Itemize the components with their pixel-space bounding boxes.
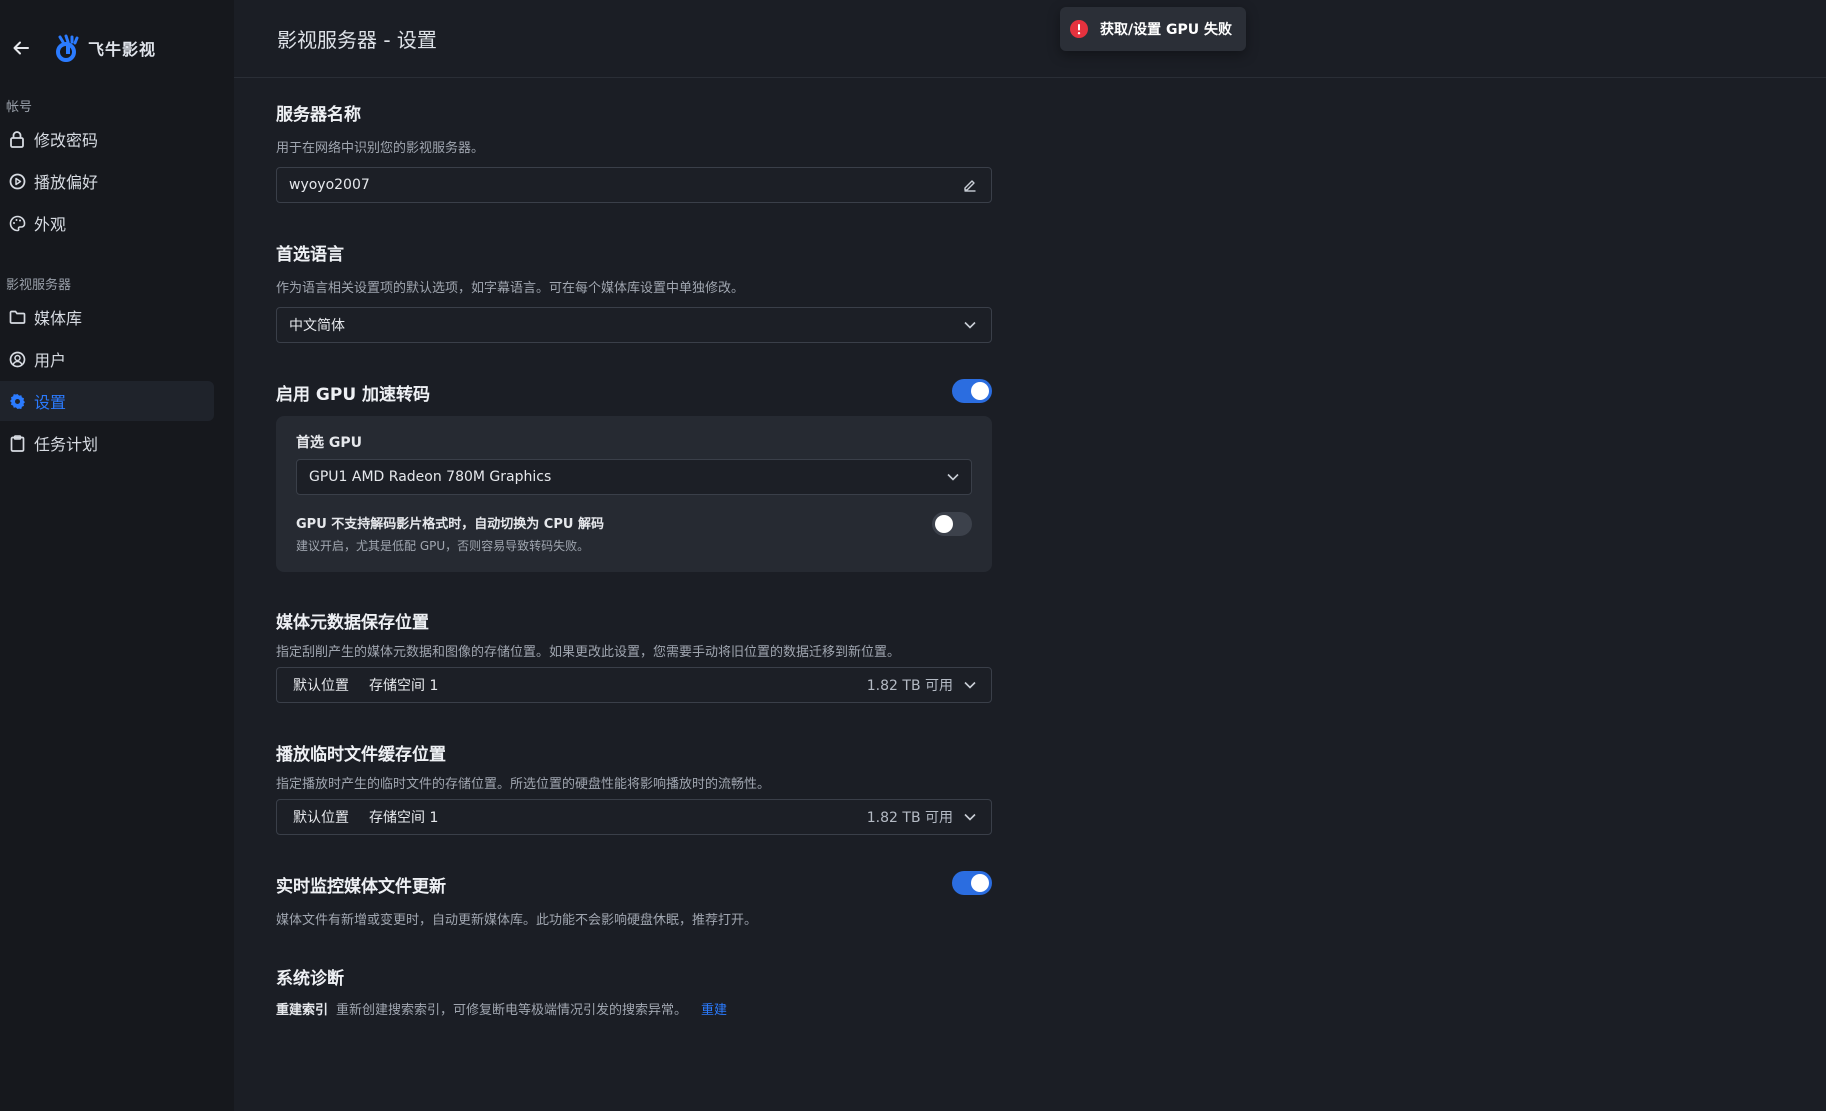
preferred-gpu-select[interactable]: GPU1 AMD Radeon 780M Graphics <box>296 459 972 495</box>
sidebar-item-appearance[interactable]: 外观 <box>0 203 214 243</box>
back-button[interactable] <box>10 37 32 59</box>
group-title-account: 帐号 <box>6 100 33 115</box>
logo: 飞牛影视 <box>54 34 156 62</box>
chevron-down-icon <box>961 676 979 694</box>
arrow-left-icon <box>13 41 29 55</box>
play-circle-icon <box>8 172 26 190</box>
sidebar-item-label: 设置 <box>34 393 67 412</box>
location-free-space: 1.82 TB 可用 <box>866 810 953 826</box>
error-toast: 获取/设置 GPU 失败 <box>1060 7 1246 51</box>
metadata-desc: 指定刮削产生的媒体元数据和图像的存储位置。如果更改此设置，您需要手动将旧位置的数… <box>276 645 901 660</box>
sidebar-item-playback[interactable]: 播放偏好 <box>0 161 214 201</box>
server-name-title: 服务器名称 <box>276 105 361 125</box>
reindex-link[interactable]: 重建 <box>701 999 727 1018</box>
error-icon <box>1070 20 1088 38</box>
reindex-label: 重建索引 <box>276 1003 329 1018</box>
edit-icon[interactable] <box>961 176 979 194</box>
sidebar-item-users[interactable]: 用户 <box>0 339 214 379</box>
sidebar-item-settings[interactable]: 设置 <box>0 381 214 421</box>
metadata-title: 媒体元数据保存位置 <box>276 613 429 633</box>
language-value: 中文简体 <box>289 318 345 334</box>
brand-name: 飞牛影视 <box>88 40 157 59</box>
page-header: 影视服务器 - 设置 <box>234 0 1826 78</box>
cache-desc: 指定播放时产生的临时文件的存储位置。所选位置的硬盘性能将影响播放时的流畅性。 <box>276 777 771 792</box>
monitor-desc: 媒体文件有新增或变更时，自动更新媒体库。此功能不会影响硬盘休眠，推荐打开。 <box>276 913 758 928</box>
toggle-knob <box>935 515 953 533</box>
language-desc: 作为语言相关设置项的默认选项，如字幕语言。可在每个媒体库设置中单独修改。 <box>276 281 745 296</box>
chevron-down-icon <box>947 469 959 485</box>
chevron-down-icon <box>961 316 979 334</box>
sidebar-item-label: 用户 <box>34 351 67 370</box>
cache-location-select[interactable]: 默认位置 存储空间 1 1.82 TB 可用 <box>276 799 992 835</box>
gpu-title: 启用 GPU 加速转码 <box>276 385 431 405</box>
language-title: 首选语言 <box>276 245 344 265</box>
sidebar-item-media-library[interactable]: 媒体库 <box>0 297 214 337</box>
sidebar-item-label: 播放偏好 <box>34 173 99 192</box>
preferred-gpu-value: GPU1 AMD Radeon 780M Graphics <box>309 469 552 485</box>
sidebar-item-change-password[interactable]: 修改密码 <box>0 119 214 159</box>
server-name-value[interactable]: wyoyo2007 <box>289 177 953 193</box>
sidebar-item-label: 修改密码 <box>34 131 99 150</box>
metadata-location-select[interactable]: 默认位置 存储空间 1 1.82 TB 可用 <box>276 667 992 703</box>
language-select[interactable]: 中文简体 <box>276 307 992 343</box>
cpu-fallback-toggle[interactable] <box>932 512 972 536</box>
reindex-desc: 重新创建搜索索引，可修复断电等极端情况引发的搜索异常。 <box>336 1003 688 1018</box>
preferred-gpu-label: 首选 GPU <box>296 435 362 451</box>
brand: 飞牛影视 <box>10 32 156 64</box>
cpu-fallback-desc: 建议开启，尤其是低配 GPU，否则容易导致转码失败。 <box>296 539 590 553</box>
clipboard-icon <box>8 434 26 452</box>
gpu-acceleration-toggle[interactable] <box>952 379 992 403</box>
realtime-monitor-toggle[interactable] <box>952 871 992 895</box>
sidebar-item-label: 媒体库 <box>34 309 83 328</box>
server-name-desc: 用于在网络中识别您的影视服务器。 <box>276 141 485 156</box>
group-title-server: 影视服务器 <box>6 278 72 293</box>
cache-title: 播放临时文件缓存位置 <box>276 745 446 765</box>
palette-icon <box>8 214 26 232</box>
main-content: 影视服务器 - 设置 获取/设置 GPU 失败 服务器名称 用于在网络中识别您的… <box>234 0 1826 1111</box>
reindex-row: 重建索引 重新创建搜索索引，可修复断电等极端情况引发的搜索异常。 重建 <box>276 999 727 1018</box>
sidebar: 飞牛影视 帐号 修改密码 播放偏好 外观 影视服务器 媒体库 用户 设置 任务计… <box>0 0 234 1111</box>
location-name: 存储空间 1 <box>369 810 439 826</box>
server-name-field[interactable]: wyoyo2007 <box>276 167 992 203</box>
gpu-panel: 首选 GPU GPU1 AMD Radeon 780M Graphics GPU… <box>276 416 992 572</box>
page-title: 影视服务器 - 设置 <box>277 28 437 52</box>
location-free-space: 1.82 TB 可用 <box>866 678 953 694</box>
fnos-logo-icon <box>56 34 79 62</box>
sidebar-item-label: 任务计划 <box>34 435 99 454</box>
diagnostics-title: 系统诊断 <box>276 969 344 989</box>
toggle-knob <box>971 382 989 400</box>
location-tag: 默认位置 <box>293 678 349 694</box>
cpu-fallback-title: GPU 不支持解码影片格式时，自动切换为 CPU 解码 <box>296 517 604 532</box>
sidebar-item-label: 外观 <box>34 215 67 234</box>
folder-icon <box>8 308 26 326</box>
toast-message: 获取/设置 GPU 失败 <box>1100 22 1232 38</box>
gear-icon <box>8 392 26 410</box>
location-tag: 默认位置 <box>293 810 349 826</box>
sidebar-item-task-schedule[interactable]: 任务计划 <box>0 423 214 463</box>
monitor-title: 实时监控媒体文件更新 <box>276 877 446 897</box>
user-circle-icon <box>8 350 26 368</box>
toggle-knob <box>971 874 989 892</box>
lock-icon <box>8 130 26 148</box>
location-name: 存储空间 1 <box>369 678 439 694</box>
chevron-down-icon <box>961 808 979 826</box>
